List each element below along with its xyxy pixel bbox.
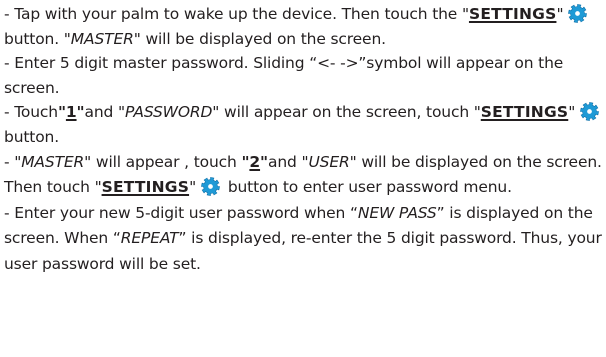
- step-new-user-password: - Enter your new 5-digit user password w…: [4, 201, 606, 278]
- key-label-1: "1": [58, 103, 85, 121]
- settings-keyword: SETTINGS: [468, 5, 557, 23]
- step-touch-1: - Touch"1"and "PASSWORD" will appear on …: [4, 100, 606, 149]
- step-text: button. ": [4, 29, 71, 48]
- settings-keyword: SETTINGS: [101, 178, 190, 197]
- key-label-2: "2": [241, 153, 268, 171]
- settings-label: "SETTINGS": [473, 103, 576, 122]
- step-text: and ": [267, 152, 309, 171]
- step-text: " will be displayed on the screen.: [133, 29, 386, 48]
- step-text: and ": [84, 103, 125, 122]
- gear-icon: [201, 177, 220, 197]
- step-text: button.: [4, 127, 60, 146]
- instruction-page: - Tap with your palm to wake up the devi…: [0, 0, 606, 357]
- step-text: button to enter user password menu.: [223, 178, 512, 197]
- quote-mark: ": [461, 5, 469, 23]
- step-text-segment: - ": [4, 152, 22, 171]
- step-text: - Enter your new 5-digit user password w…: [4, 203, 358, 222]
- display-text-repeat: REPEAT: [120, 229, 179, 248]
- step-touch-2: - "MASTER" will appear , touch "2"and "U…: [4, 150, 606, 201]
- key-digit: 1: [65, 103, 77, 122]
- quote-mark: ": [568, 103, 576, 122]
- step-text-segment: " will appear , touch: [84, 152, 242, 171]
- gear-icon: [568, 4, 588, 23]
- step-text: " will appear on the screen, touch: [212, 103, 474, 122]
- quote-mark: ": [473, 103, 481, 122]
- gear-icon: [580, 102, 600, 122]
- step-text: - "MASTER" will appear , touch: [4, 153, 241, 171]
- quote-mark: ": [260, 152, 268, 171]
- step-text: - Tap with your palm to wake up the devi…: [4, 5, 462, 23]
- key-digit: 2: [249, 152, 261, 171]
- settings-label: "SETTINGS": [461, 5, 564, 23]
- step-text: - Enter 5 digit master password. Sliding…: [4, 54, 564, 97]
- step-wake-device: - Tap with your palm to wake up the devi…: [4, 2, 606, 51]
- display-text-master: MASTER: [21, 152, 85, 171]
- quote-mark: ": [57, 103, 66, 122]
- quote-mark: ": [556, 5, 564, 23]
- display-text-password: PASSWORD: [124, 103, 213, 122]
- display-text-new-pass: NEW PASS: [357, 203, 437, 222]
- display-text-master: MASTER: [70, 29, 134, 48]
- settings-keyword: SETTINGS: [480, 103, 569, 122]
- quote-mark: ": [189, 178, 197, 197]
- step-text: - Touch: [4, 103, 58, 122]
- display-text-user: USER: [308, 152, 350, 171]
- step-enter-master-password: - Enter 5 digit master password. Sliding…: [4, 51, 606, 100]
